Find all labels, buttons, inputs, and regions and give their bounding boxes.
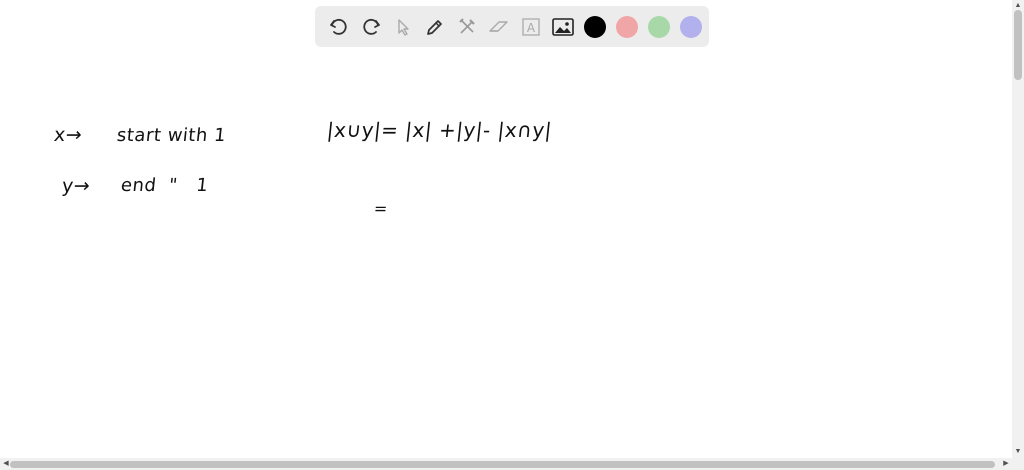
note-y-label: y→	[60, 175, 92, 197]
scroll-down-icon[interactable]: ▼	[1012, 446, 1024, 458]
color-swatch-purple[interactable]	[680, 15, 702, 38]
note-x-label: x→	[52, 124, 84, 146]
undo-button[interactable]	[323, 11, 355, 43]
vertical-scrollbar[interactable]: ▲ ▼	[1012, 0, 1024, 458]
note-y-text: end " 1	[119, 175, 210, 196]
tools-icon	[459, 17, 475, 34]
redo-icon	[363, 18, 380, 35]
formula-union: |x∪y|= |x| +|y|- |x∩y|	[325, 118, 554, 142]
horizontal-scrollbar[interactable]: ◀ ▶	[0, 458, 1024, 470]
scroll-right-icon[interactable]: ▶	[1000, 458, 1012, 470]
formula-equals: =	[373, 199, 389, 218]
eraser-icon	[489, 20, 508, 32]
color-swatch-black[interactable]	[584, 15, 606, 38]
drawing-toolbar: A	[315, 6, 709, 47]
note-x-text: start with 1	[115, 125, 228, 146]
select-arrow-icon	[398, 18, 409, 36]
pen-icon	[427, 19, 442, 35]
eraser-button[interactable]	[483, 11, 515, 43]
text-tool-glyph: A	[527, 21, 536, 35]
select-button[interactable]	[387, 11, 419, 43]
text-button[interactable]: A	[515, 11, 547, 43]
color-swatch-green[interactable]	[648, 15, 670, 38]
vertical-scroll-thumb[interactable]	[1014, 10, 1022, 80]
color-swatch-red[interactable]	[616, 15, 638, 38]
tools-button[interactable]	[451, 11, 483, 43]
image-button[interactable]	[547, 11, 579, 43]
redo-button[interactable]	[355, 11, 387, 43]
pen-button[interactable]	[419, 11, 451, 43]
whiteboard-canvas[interactable]: A x→ start with 1 y→ end " 1 |x∪y|= |x| …	[0, 0, 1012, 458]
image-icon	[552, 17, 574, 36]
undo-icon	[330, 18, 347, 35]
text-icon: A	[522, 17, 540, 36]
horizontal-scroll-thumb[interactable]	[10, 461, 995, 468]
